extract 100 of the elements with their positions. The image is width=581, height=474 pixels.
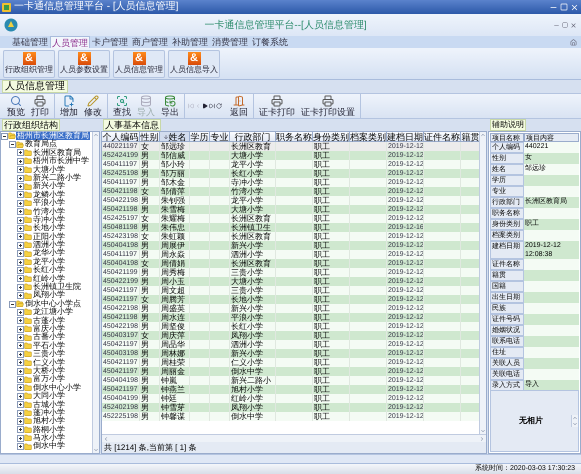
- expand-icon[interactable]: [17, 149, 24, 156]
- tree-item[interactable]: 大塘小学: [32, 166, 66, 174]
- tree-item[interactable]: 红岭小学: [32, 274, 66, 284]
- tree-item[interactable]: 长地小学: [32, 224, 66, 233]
- tree-item[interactable]: 龙平小学: [32, 258, 66, 266]
- expand-icon[interactable]: [17, 326, 24, 333]
- tree-item[interactable]: 大桥小学: [32, 366, 66, 376]
- column-header[interactable]: 个人编码: [102, 132, 140, 141]
- expand-icon[interactable]: [17, 359, 24, 366]
- column-header[interactable]: 证件名称: [424, 132, 461, 141]
- tree-item[interactable]: 倒水中学: [32, 442, 66, 451]
- toolbar-button[interactable]: 查找: [111, 94, 133, 118]
- tree-item[interactable]: 旭村小学: [32, 417, 66, 426]
- toolbar-button[interactable]: 增加: [58, 94, 80, 118]
- column-header[interactable]: 姓名: [160, 132, 190, 141]
- expand-icon[interactable]: [17, 350, 24, 358]
- refresh-icon[interactable]: [216, 103, 222, 109]
- expand-icon[interactable]: [17, 174, 24, 182]
- tree-item[interactable]: 长洲镇卫生院: [32, 283, 82, 292]
- tree-item[interactable]: 梧州市长洲中学: [32, 157, 90, 166]
- ribbon-button[interactable]: & 行政组织管理: [3, 50, 55, 78]
- ribbon-tab[interactable]: 商户管理: [130, 36, 170, 48]
- tree-item[interactable]: 倒水中心小学点: [24, 300, 82, 308]
- expand-icon[interactable]: [17, 410, 24, 417]
- expand-icon[interactable]: [17, 401, 24, 408]
- column-header[interactable]: 身份类别: [313, 132, 350, 141]
- ribbon-tab[interactable]: 基础管理: [10, 36, 50, 48]
- tree-item[interactable]: 梧州市长洲区教育局: [16, 132, 90, 140]
- tree-item[interactable]: 寺冲小学: [32, 216, 66, 224]
- toolbar-button[interactable]: 证卡打印设置: [299, 94, 357, 118]
- expand-icon[interactable]: [17, 166, 24, 174]
- ribbon-tab[interactable]: 订餐系统: [250, 36, 290, 48]
- tree-item[interactable]: 三贵小学: [32, 350, 66, 359]
- toolbar-button[interactable]: 打印: [29, 94, 51, 118]
- expand-icon[interactable]: [17, 384, 24, 392]
- tree-item[interactable]: 竹湾小学: [32, 208, 66, 216]
- collapse-icon[interactable]: [9, 300, 16, 308]
- tree-item[interactable]: 正阳小学: [32, 232, 66, 242]
- expand-icon[interactable]: [17, 342, 24, 350]
- panel-tab[interactable]: 人事基本信息: [103, 119, 161, 131]
- column-header[interactable]: 学历: [190, 132, 210, 141]
- column-header[interactable]: 职务名称: [276, 132, 313, 141]
- toolbar-button[interactable]: 预览: [5, 94, 27, 118]
- expand-icon[interactable]: [17, 224, 24, 232]
- panel-tab[interactable]: 行政组织结构: [2, 119, 60, 131]
- tree-item[interactable]: 泗洲小学: [32, 241, 66, 250]
- tree-item[interactable]: 平浪小学: [32, 199, 66, 208]
- toolbar-button[interactable]: 返回: [228, 94, 250, 118]
- expand-icon[interactable]: [17, 191, 24, 198]
- tree-item[interactable]: 仁义小学: [32, 358, 66, 367]
- tree-item[interactable]: 蓬冲小学: [32, 408, 66, 418]
- tree-item[interactable]: 古蓬小学: [32, 316, 66, 325]
- tree-item[interactable]: 新兴二路小学: [32, 174, 82, 182]
- tree-item[interactable]: 古城小学: [32, 400, 66, 409]
- expand-icon[interactable]: [17, 392, 24, 400]
- tree-item[interactable]: 龙江塘小学: [32, 308, 74, 317]
- collapse-icon[interactable]: [9, 141, 16, 148]
- expand-icon[interactable]: [17, 426, 24, 434]
- expand-icon[interactable]: [17, 284, 24, 291]
- column-header[interactable]: 档案类别: [350, 132, 387, 141]
- tree-item[interactable]: 路桐小学: [32, 426, 66, 434]
- tree-item[interactable]: 凤翔小学: [32, 291, 66, 300]
- expand-icon[interactable]: [17, 308, 24, 316]
- expand-icon[interactable]: [17, 216, 24, 224]
- expand-icon[interactable]: [17, 258, 24, 266]
- toolbar-button[interactable]: 修改: [82, 94, 104, 118]
- expand-icon[interactable]: [17, 443, 24, 450]
- tree-item[interactable]: 大同小学: [32, 392, 66, 401]
- expand-icon[interactable]: [17, 418, 24, 425]
- expand-icon[interactable]: [17, 233, 24, 240]
- ribbon-button[interactable]: & 人员信息管理: [113, 50, 165, 78]
- expand-icon[interactable]: [17, 183, 24, 190]
- expand-icon[interactable]: [17, 208, 24, 216]
- tree-item[interactable]: 富庆小学: [32, 324, 66, 334]
- toolbar-button[interactable]: 导出: [159, 94, 181, 118]
- tree-item[interactable]: 龙鳞小学: [32, 190, 66, 200]
- expand-icon[interactable]: [17, 266, 24, 274]
- next-page-icon[interactable]: [202, 103, 208, 109]
- ribbon-tab[interactable]: 补助管理: [170, 36, 210, 48]
- panel-tab[interactable]: 辅助说明: [490, 119, 526, 131]
- tree-item[interactable]: 新兴小学: [32, 182, 66, 191]
- ribbon-tab[interactable]: 卡户管理: [90, 36, 130, 48]
- expand-icon[interactable]: [17, 317, 24, 324]
- home-icon[interactable]: [570, 39, 577, 46]
- tree-item[interactable]: 马水小学: [32, 434, 66, 442]
- collapse-icon[interactable]: [1, 132, 8, 140]
- expand-icon[interactable]: [17, 292, 24, 300]
- column-header[interactable]: 行政部门: [230, 132, 276, 141]
- tree-item[interactable]: 教育局点: [24, 140, 58, 149]
- tree-item[interactable]: 长红小学: [32, 266, 66, 275]
- ribbon-tab[interactable]: 消费管理: [210, 36, 250, 48]
- close-icon[interactable]: [570, 22, 577, 28]
- last-page-icon[interactable]: [209, 103, 215, 109]
- tree-item[interactable]: 古番小学: [32, 333, 66, 342]
- tree-item[interactable]: 龙华小学: [32, 249, 66, 258]
- ribbon-button[interactable]: & 人员参数设置: [58, 50, 110, 78]
- column-header[interactable]: 建档日期: [387, 132, 424, 141]
- tree-item[interactable]: 富万小学: [32, 375, 66, 384]
- expand-icon[interactable]: [17, 200, 24, 207]
- expand-icon[interactable]: [17, 334, 24, 342]
